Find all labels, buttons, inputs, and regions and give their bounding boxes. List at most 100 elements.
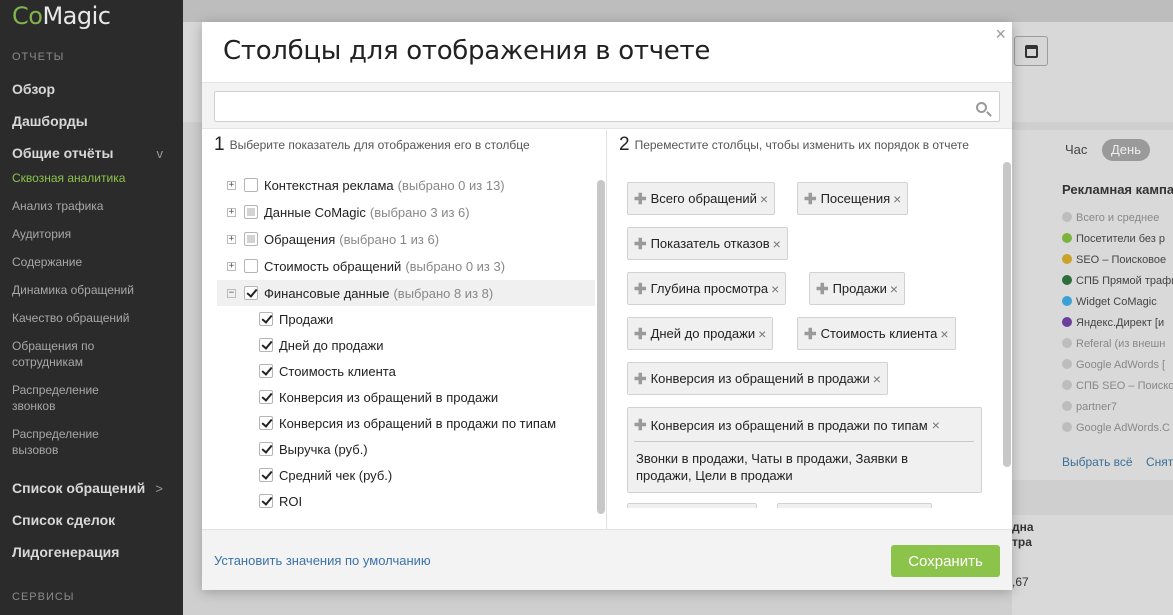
remove-icon[interactable]: ×: [773, 236, 781, 252]
metric-checkbox[interactable]: [259, 312, 273, 326]
nav-by-employee[interactable]: Обращения по сотрудникам: [12, 338, 122, 370]
tree-child-row[interactable]: Конверсия из обращений в продажи по типа…: [259, 410, 556, 436]
nav-leadgen[interactable]: Лидогенерация: [12, 544, 119, 560]
metric-checkbox[interactable]: [259, 416, 273, 430]
remove-icon[interactable]: ×: [932, 417, 940, 433]
metric-checkbox[interactable]: [259, 442, 273, 456]
reset-defaults-link[interactable]: Установить значения по умолчанию: [214, 553, 431, 568]
column-chip[interactable]: ✚ Всего обращений ×: [627, 182, 776, 215]
column-chip-expanded[interactable]: ✚ Конверсия из обращений в продажи по тип…: [627, 407, 982, 493]
legend-item[interactable]: Referal (из внешн: [1062, 338, 1165, 350]
save-button[interactable]: Сохранить: [891, 545, 1000, 577]
toggle-day[interactable]: День: [1102, 139, 1150, 161]
remove-icon[interactable]: ×: [940, 326, 948, 342]
expand-icon[interactable]: +: [227, 261, 236, 271]
nav-calls-distribution[interactable]: Распределение звонков: [12, 382, 122, 414]
nav-traffic-analysis[interactable]: Анализ трафика: [12, 198, 103, 214]
deselect-link[interactable]: Снят: [1146, 455, 1173, 469]
metric-checkbox[interactable]: [259, 338, 273, 352]
nav-end-to-end-analytics[interactable]: Сквозная аналитика: [12, 170, 125, 186]
remove-icon[interactable]: ×: [873, 371, 881, 387]
nav-dynamics[interactable]: Динамика обращений: [12, 282, 134, 298]
legend-item[interactable]: Яндекс.Директ [и: [1062, 317, 1164, 329]
tree-child-row[interactable]: Средний чек (руб.): [259, 462, 392, 488]
tree-group-row[interactable]: + Стоимость обращений (выбрано 0 из 3): [217, 253, 595, 279]
column-chip[interactable]: ✚Выручка (руб.)×: [627, 503, 758, 508]
legend-item[interactable]: Google AdWords.C: [1062, 422, 1170, 434]
legend-item[interactable]: СПБ Прямой трафик: [1062, 275, 1173, 287]
drag-handle-icon[interactable]: ✚: [634, 280, 647, 298]
column-chip[interactable]: ✚ Показатель отказов ×: [627, 227, 788, 260]
legend-item[interactable]: Widget CoMagic: [1062, 296, 1157, 308]
group-checkbox[interactable]: [244, 286, 258, 300]
tree-child-row[interactable]: Стоимость клиента: [259, 358, 396, 384]
search-icon[interactable]: [976, 102, 987, 113]
right-scrollbar[interactable]: [1003, 162, 1011, 467]
column-chip[interactable]: ✚ Продажи ×: [809, 272, 906, 305]
nav-calls-distribution-2[interactable]: Распределение вызовов: [12, 426, 122, 458]
nav-deals-list[interactable]: Список сделок: [12, 512, 115, 528]
logo[interactable]: CoMagic: [12, 2, 111, 30]
tree-child-row[interactable]: ROI: [259, 488, 302, 514]
nav-dashboards[interactable]: Дашборды: [12, 113, 88, 129]
metric-checkbox[interactable]: [259, 390, 273, 404]
nav-audience[interactable]: Аудитория: [12, 226, 71, 242]
chevron-right-icon[interactable]: >: [155, 481, 163, 496]
legend-item[interactable]: SEO – Поисковое: [1062, 254, 1166, 266]
search-input[interactable]: [214, 91, 1000, 122]
close-icon[interactable]: ×: [995, 24, 1006, 45]
collapse-icon[interactable]: −: [227, 288, 236, 298]
column-chip[interactable]: ✚ Посещения ×: [797, 182, 909, 215]
legend-item[interactable]: Google AdWords [: [1062, 359, 1165, 371]
select-all-link[interactable]: Выбрать всё: [1062, 455, 1133, 469]
column-chip[interactable]: ✚ Конверсия из обращений в продажи ×: [627, 362, 888, 395]
column-chip[interactable]: ✚ Глубина просмотра ×: [627, 272, 787, 305]
tree-child-row[interactable]: Выручка (руб.): [259, 436, 368, 462]
expand-icon[interactable]: +: [227, 180, 236, 190]
metric-checkbox[interactable]: [259, 494, 273, 508]
drag-handle-icon[interactable]: ✚: [634, 190, 647, 208]
drag-handle-icon[interactable]: ✚: [634, 235, 647, 253]
column-chip[interactable]: ✚Средний чек (руб.)×: [777, 503, 932, 508]
tree-group-row[interactable]: − Финансовые данные (выбрано 8 из 8): [217, 280, 595, 306]
tree-child-row[interactable]: Продажи: [259, 306, 333, 332]
drag-handle-icon[interactable]: ✚: [804, 190, 817, 208]
group-checkbox[interactable]: [244, 232, 258, 246]
group-checkbox[interactable]: [244, 178, 258, 192]
calendar-button[interactable]: [1014, 36, 1048, 66]
legend-item[interactable]: СПБ SEO – Поиско: [1062, 380, 1173, 392]
tree-group-row[interactable]: + Данные CoMagic (выбрано 3 из 6): [217, 199, 595, 225]
nav-requests-list[interactable]: Список обращений: [12, 480, 145, 496]
tree-child-row[interactable]: Конверсия из обращений в продажи: [259, 384, 498, 410]
nav-general-reports[interactable]: Общие отчёты: [12, 145, 113, 161]
drag-handle-icon[interactable]: ✚: [634, 416, 647, 434]
tree-group-row[interactable]: + Контекстная реклама (выбрано 0 из 13): [217, 172, 595, 198]
remove-icon[interactable]: ×: [893, 191, 901, 207]
drag-handle-icon[interactable]: ✚: [804, 325, 817, 343]
remove-icon[interactable]: ×: [890, 281, 898, 297]
expand-icon[interactable]: +: [227, 207, 236, 217]
metric-checkbox[interactable]: [259, 364, 273, 378]
legend-item[interactable]: Всего и среднее: [1062, 212, 1159, 224]
legend-item[interactable]: Посетители без р: [1062, 233, 1165, 245]
nav-content[interactable]: Содержание: [12, 254, 82, 270]
drag-handle-icon[interactable]: ✚: [816, 280, 829, 298]
nav-overview[interactable]: Обзор: [12, 81, 55, 97]
expand-icon[interactable]: +: [227, 234, 236, 244]
nav-quality[interactable]: Качество обращений: [12, 310, 129, 326]
toggle-hour[interactable]: Час: [1065, 142, 1087, 157]
column-chip[interactable]: ✚ Дней до продажи ×: [627, 317, 774, 350]
group-checkbox[interactable]: [244, 259, 258, 273]
drag-handle-icon[interactable]: ✚: [634, 370, 647, 388]
remove-icon[interactable]: ×: [760, 191, 768, 207]
group-checkbox[interactable]: [244, 205, 258, 219]
legend-item[interactable]: partner7: [1062, 401, 1117, 413]
tree-group-row[interactable]: + Обращения (выбрано 1 из 6): [217, 226, 595, 252]
left-scrollbar[interactable]: [597, 180, 605, 514]
drag-handle-icon[interactable]: ✚: [634, 325, 647, 343]
remove-icon[interactable]: ×: [771, 281, 779, 297]
column-chip[interactable]: ✚ Стоимость клиента ×: [797, 317, 956, 350]
remove-icon[interactable]: ×: [758, 326, 766, 342]
metric-checkbox[interactable]: [259, 468, 273, 482]
tree-child-row[interactable]: Дней до продажи: [259, 332, 384, 358]
